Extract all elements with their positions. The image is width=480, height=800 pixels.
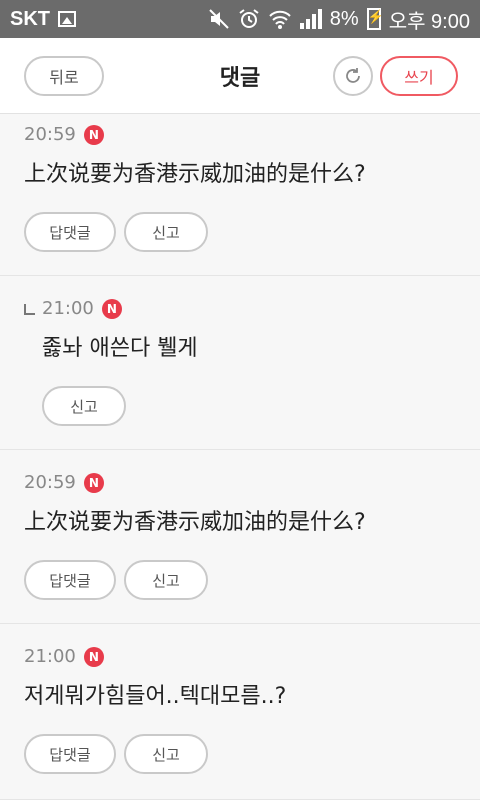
reply-comment-item: 21:00 N 졿놔 애쓴다 뷀게 신고 [0, 276, 480, 450]
reply-button[interactable]: 답댓글 [24, 734, 116, 774]
gallery-icon [58, 11, 76, 27]
mute-icon [209, 9, 229, 29]
clock: 오후 9:00 [388, 10, 470, 33]
comment-item: 20:59 N 上次说要为香港示威加油的是什么? 답댓글 신고 [0, 450, 480, 624]
new-badge: N [101, 298, 122, 319]
comment-text: 졿놔 애쓴다 뷀게 [42, 336, 198, 361]
status-bar: SKT 8% 오후 9:00 [0, 0, 480, 38]
battery-percent: 8% [329, 7, 359, 30]
header-bar: 뒤로 댓글 쓰기 [0, 38, 480, 114]
reply-button[interactable]: 답댓글 [24, 212, 116, 252]
wifi-icon [269, 10, 291, 29]
report-button[interactable]: 신고 [124, 734, 208, 774]
comment-item: 20:59 N 上次说要为香港示威加油的是什么? 답댓글 신고 [0, 114, 480, 276]
comment-time: 20:59 [24, 124, 76, 145]
new-badge: N [83, 472, 104, 493]
comment-item: 21:00 N 저게뭐가힘들어..텍대모름..? 답댓글 신고 [0, 624, 480, 800]
comment-time: 20:59 [24, 472, 76, 493]
carrier-label: SKT [10, 7, 50, 30]
refresh-button[interactable] [333, 56, 373, 96]
reply-button[interactable]: 답댓글 [24, 560, 116, 600]
comment-text: 저게뭐가힘들어..텍대모름..? [24, 684, 287, 709]
comment-time: 21:00 [24, 646, 76, 667]
alarm-icon [239, 9, 259, 28]
refresh-icon [346, 68, 360, 83]
new-badge: N [83, 646, 104, 667]
comment-time: 21:00 [42, 298, 94, 319]
write-button[interactable]: 쓰기 [380, 56, 458, 96]
comment-text: 上次说要为香港示威加油的是什么? [24, 162, 366, 187]
report-button[interactable]: 신고 [124, 212, 208, 252]
report-button[interactable]: 신고 [124, 560, 208, 600]
signal-icon [299, 9, 322, 29]
report-button[interactable]: 신고 [42, 386, 126, 426]
new-badge: N [83, 124, 104, 145]
battery-charging-icon [366, 8, 384, 30]
comment-text: 上次说要为香港示威加油的是什么? [24, 510, 366, 535]
reply-indicator-icon [24, 304, 35, 315]
